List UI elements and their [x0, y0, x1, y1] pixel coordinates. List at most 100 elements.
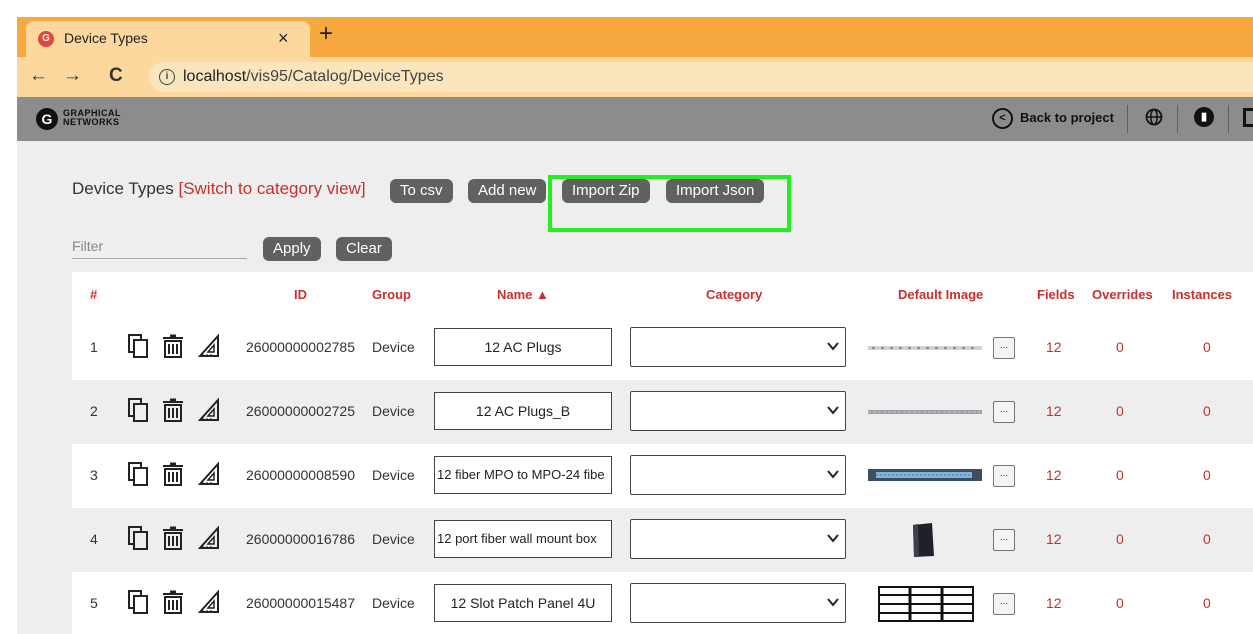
- name-input[interactable]: 12 AC Plugs: [434, 328, 612, 366]
- choose-image-button[interactable]: ...: [993, 593, 1015, 615]
- row-num: 5: [90, 595, 98, 611]
- browser-tab[interactable]: G Device Types ×: [26, 21, 310, 57]
- copy-icon[interactable]: [128, 590, 150, 614]
- back-circle-icon[interactable]: <: [992, 108, 1013, 129]
- favicon-icon: G: [38, 31, 54, 47]
- row-num: 3: [90, 467, 98, 483]
- col-group[interactable]: Group: [372, 287, 411, 302]
- app-header: G GRAPHICAL NETWORKS < Back to project ▮: [17, 97, 1253, 141]
- highlight-box: [548, 175, 791, 232]
- choose-image-button[interactable]: ...: [993, 529, 1015, 551]
- col-default-image[interactable]: Default Image: [898, 287, 983, 302]
- set-square-icon[interactable]: [198, 462, 220, 486]
- trash-icon[interactable]: [162, 334, 184, 358]
- col-id[interactable]: ID: [294, 287, 307, 302]
- back-to-project-link[interactable]: Back to project: [1020, 110, 1114, 125]
- trash-icon[interactable]: [162, 526, 184, 550]
- chart-icon[interactable]: ▮: [1194, 107, 1214, 127]
- table-row: 4 26000000016786 Device 12 port fiber wa…: [72, 508, 1253, 572]
- row-overrides[interactable]: 0: [1116, 403, 1124, 419]
- row-num: 2: [90, 403, 98, 419]
- row-overrides[interactable]: 0: [1116, 339, 1124, 355]
- header-divider: [1127, 105, 1128, 133]
- col-overrides[interactable]: Overrides: [1092, 287, 1153, 302]
- category-select[interactable]: [630, 327, 846, 367]
- logo-text: GRAPHICAL NETWORKS: [63, 109, 121, 127]
- name-input[interactable]: 12 AC Plugs_B: [434, 392, 612, 430]
- row-overrides[interactable]: 0: [1116, 531, 1124, 547]
- power-strip-image: [868, 346, 982, 350]
- trash-icon[interactable]: [162, 398, 184, 422]
- back-arrow-icon[interactable]: ←: [29, 65, 48, 87]
- trash-icon[interactable]: [162, 590, 184, 614]
- chevron-down-icon: [827, 470, 839, 479]
- table-header: # ID Group Name ▲ Category Default Image…: [72, 272, 1253, 316]
- new-tab-icon[interactable]: +: [319, 22, 333, 46]
- copy-icon[interactable]: [128, 334, 150, 358]
- name-input[interactable]: 12 Slot Patch Panel 4U: [434, 584, 612, 622]
- page-title: Device Types [Switch to category view]: [72, 179, 366, 199]
- trash-icon[interactable]: [162, 462, 184, 486]
- chevron-down-icon: [827, 534, 839, 543]
- set-square-icon[interactable]: [198, 526, 220, 550]
- row-group: Device: [372, 595, 415, 611]
- logo-icon: G: [36, 108, 58, 130]
- row-group: Device: [372, 467, 415, 483]
- row-instances[interactable]: 0: [1203, 595, 1211, 611]
- info-icon[interactable]: i: [159, 69, 175, 85]
- row-instances[interactable]: 0: [1203, 467, 1211, 483]
- logo-line2: NETWORKS: [63, 117, 120, 127]
- add-new-button[interactable]: Add new: [468, 179, 547, 203]
- table-row: 5 26000000015487 Device 12 Slot Patch Pa…: [72, 572, 1253, 634]
- copy-icon[interactable]: [128, 462, 150, 486]
- copy-icon[interactable]: [128, 398, 150, 422]
- tab-title: Device Types: [64, 30, 148, 46]
- col-fields[interactable]: Fields: [1037, 287, 1075, 302]
- clear-button[interactable]: Clear: [336, 237, 392, 261]
- choose-image-button[interactable]: ...: [993, 337, 1015, 359]
- tab-bar: G Device Types × +: [17, 17, 1253, 57]
- row-id: 26000000016786: [246, 531, 356, 547]
- category-select[interactable]: [630, 455, 846, 495]
- row-fields[interactable]: 12: [1046, 595, 1062, 611]
- col-name[interactable]: Name ▲: [497, 287, 549, 302]
- header-divider: [1177, 105, 1178, 133]
- globe-icon[interactable]: [1145, 108, 1163, 126]
- choose-image-button[interactable]: ...: [993, 401, 1015, 423]
- forward-arrow-icon[interactable]: →: [63, 65, 82, 87]
- row-overrides[interactable]: 0: [1116, 595, 1124, 611]
- row-fields[interactable]: 12: [1046, 339, 1062, 355]
- url-field[interactable]: i localhost/vis95/Catalog/DeviceTypes: [149, 62, 1253, 92]
- switch-category-view-link[interactable]: [Switch to category view]: [178, 179, 365, 198]
- set-square-icon[interactable]: [198, 334, 220, 358]
- row-num: 4: [90, 531, 98, 547]
- row-instances[interactable]: 0: [1203, 403, 1211, 419]
- set-square-icon[interactable]: [198, 590, 220, 614]
- filter-input[interactable]: Filter: [72, 238, 247, 259]
- copy-icon[interactable]: [128, 526, 150, 550]
- category-select[interactable]: [630, 519, 846, 559]
- col-category[interactable]: Category: [706, 287, 762, 302]
- set-square-icon[interactable]: [198, 398, 220, 422]
- row-instances[interactable]: 0: [1203, 531, 1211, 547]
- reload-icon[interactable]: C: [109, 65, 123, 87]
- name-input[interactable]: 12 fiber MPO to MPO-24 fibe: [434, 456, 612, 494]
- name-input[interactable]: 12 port fiber wall mount box: [434, 520, 612, 558]
- tab-close-icon[interactable]: ×: [278, 28, 289, 49]
- row-fields[interactable]: 12: [1046, 531, 1062, 547]
- category-select[interactable]: [630, 583, 846, 623]
- row-group: Device: [372, 531, 415, 547]
- col-instances[interactable]: Instances: [1172, 287, 1232, 302]
- to-csv-button[interactable]: To csv: [390, 179, 453, 203]
- apply-button[interactable]: Apply: [263, 237, 321, 261]
- power-strip-b-image: [868, 410, 982, 414]
- choose-image-button[interactable]: ...: [993, 465, 1015, 487]
- category-select[interactable]: [630, 391, 846, 431]
- row-fields[interactable]: 12: [1046, 467, 1062, 483]
- row-overrides[interactable]: 0: [1116, 467, 1124, 483]
- patch-panel-image: [878, 586, 974, 622]
- menu-icon[interactable]: [1243, 108, 1253, 127]
- main-content: Device Types [Switch to category view] T…: [17, 141, 1253, 634]
- row-instances[interactable]: 0: [1203, 339, 1211, 355]
- row-fields[interactable]: 12: [1046, 403, 1062, 419]
